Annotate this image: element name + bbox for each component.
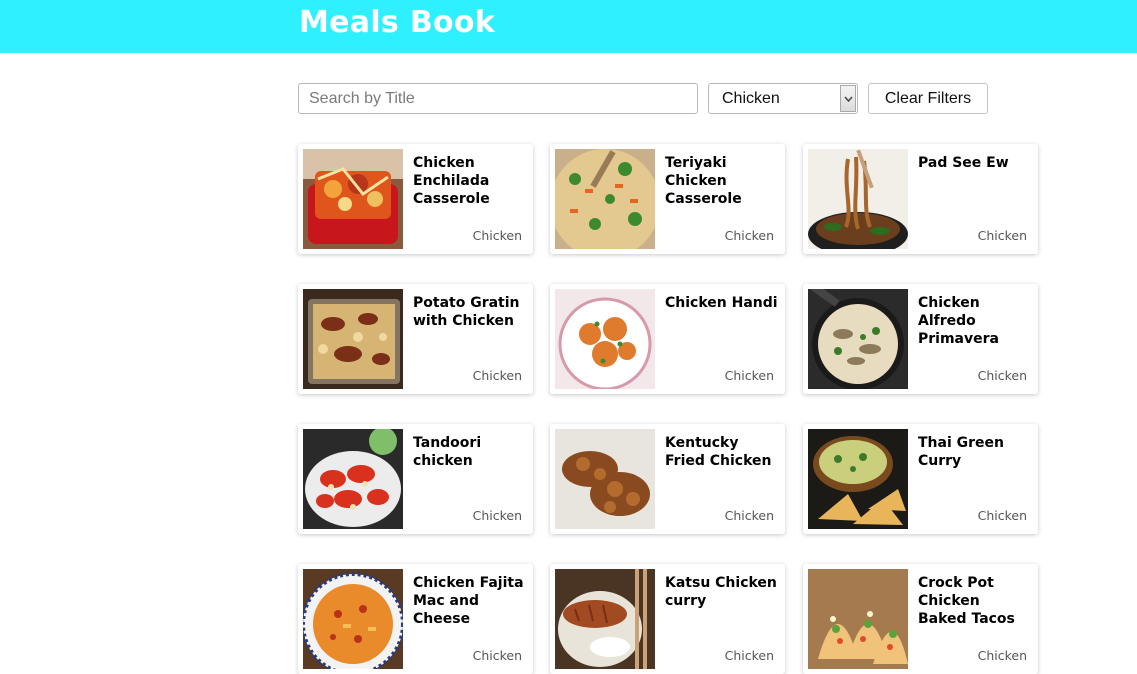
- meal-card[interactable]: Thai Green Curry Chicken: [803, 424, 1038, 534]
- meal-card[interactable]: Kentucky Fried Chicken Chicken: [550, 424, 785, 534]
- meal-thumbnail: [808, 569, 908, 669]
- meal-thumbnail: [555, 569, 655, 669]
- meal-category: Chicken: [724, 228, 774, 243]
- top-bar: Meals Book: [0, 0, 1137, 53]
- meal-card[interactable]: Chicken Handi Chicken: [550, 284, 785, 394]
- meal-category: Chicken: [977, 648, 1027, 663]
- app-title: Meals Book: [299, 5, 496, 40]
- meal-card[interactable]: Katsu Chicken curry Chicken: [550, 564, 785, 674]
- meal-thumbnail: [555, 289, 655, 389]
- meal-thumbnail: [555, 429, 655, 529]
- meal-thumbnail: [808, 149, 908, 249]
- meal-title[interactable]: Katsu Chicken curry: [665, 574, 780, 610]
- meal-thumbnail: [303, 149, 403, 249]
- meal-title[interactable]: Chicken Fajita Mac and Cheese: [413, 574, 528, 628]
- meal-title[interactable]: Chicken Enchilada Casserole: [413, 154, 528, 208]
- meal-category: Chicken: [472, 368, 522, 383]
- meal-card[interactable]: Chicken Fajita Mac and Cheese Chicken: [298, 564, 533, 674]
- meal-title[interactable]: Pad See Ew: [918, 154, 1033, 172]
- meal-category: Chicken: [724, 368, 774, 383]
- meal-title[interactable]: Potato Gratin with Chicken: [413, 294, 528, 330]
- meal-title[interactable]: Chicken Alfredo Primavera: [918, 294, 1033, 348]
- meal-title[interactable]: Tandoori chicken: [413, 434, 528, 470]
- meal-card[interactable]: Crock Pot Chicken Baked Tacos Chicken: [803, 564, 1038, 674]
- meal-thumbnail: [808, 429, 908, 529]
- meal-category: Chicken: [472, 228, 522, 243]
- meal-category: Chicken: [472, 648, 522, 663]
- meal-category: Chicken: [977, 368, 1027, 383]
- clear-filters-button[interactable]: Clear Filters: [868, 83, 988, 114]
- category-select-value: Chicken: [722, 90, 780, 107]
- meal-card[interactable]: Chicken Alfredo Primavera Chicken: [803, 284, 1038, 394]
- meal-thumbnail: [303, 289, 403, 389]
- meal-card[interactable]: Potato Gratin with Chicken Chicken: [298, 284, 533, 394]
- meal-thumbnail: [303, 569, 403, 669]
- meal-category: Chicken: [724, 648, 774, 663]
- meal-title[interactable]: Crock Pot Chicken Baked Tacos: [918, 574, 1033, 628]
- meal-title[interactable]: Thai Green Curry: [918, 434, 1033, 470]
- chevron-down-icon[interactable]: [840, 85, 856, 112]
- meal-card[interactable]: Tandoori chicken Chicken: [298, 424, 533, 534]
- meal-thumbnail: [808, 289, 908, 389]
- meal-card[interactable]: Teriyaki Chicken Casserole Chicken: [550, 144, 785, 254]
- category-select[interactable]: Chicken: [708, 83, 858, 114]
- meal-card[interactable]: Chicken Enchilada Casserole Chicken: [298, 144, 533, 254]
- meal-title[interactable]: Chicken Handi: [665, 294, 780, 312]
- meal-title[interactable]: Teriyaki Chicken Casserole: [665, 154, 780, 208]
- meal-category: Chicken: [977, 228, 1027, 243]
- meal-category: Chicken: [724, 508, 774, 523]
- meal-title[interactable]: Kentucky Fried Chicken: [665, 434, 780, 470]
- search-input[interactable]: [298, 83, 698, 114]
- meal-category: Chicken: [472, 508, 522, 523]
- meal-thumbnail: [303, 429, 403, 529]
- meal-thumbnail: [555, 149, 655, 249]
- meal-category: Chicken: [977, 508, 1027, 523]
- meal-card[interactable]: Pad See Ew Chicken: [803, 144, 1038, 254]
